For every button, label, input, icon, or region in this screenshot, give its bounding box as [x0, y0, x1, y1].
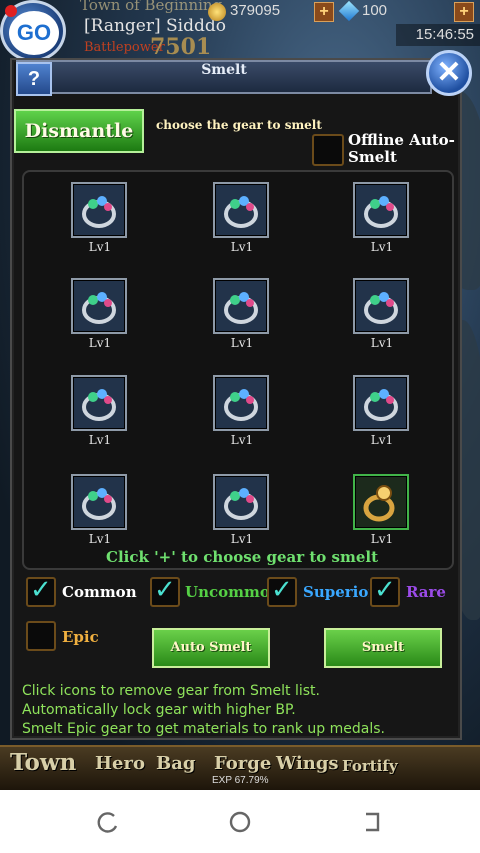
gear-slot[interactable] — [213, 182, 269, 238]
gear-slot[interactable] — [353, 278, 409, 334]
recent-apps-icon[interactable] — [94, 808, 122, 836]
checkmark-icon: ✓ — [154, 575, 176, 605]
ring-icon — [364, 292, 398, 324]
battlepower-value: 7501 — [150, 34, 212, 60]
location-label: Town of Beginning — [80, 0, 223, 14]
tip-line: Smelt Epic gear to get materials to rank… — [22, 721, 385, 737]
gear-slot[interactable] — [71, 278, 127, 334]
ring-icon — [82, 488, 116, 520]
smelt-button[interactable]: Smelt — [324, 628, 442, 668]
offline-auto-smelt-checkbox[interactable] — [312, 134, 344, 166]
gear-slot[interactable] — [71, 182, 127, 238]
diamond-icon — [338, 0, 360, 22]
gear-slot[interactable] — [213, 474, 269, 530]
panel-title: Smelt — [201, 62, 247, 78]
close-button[interactable]: ✕ — [426, 50, 472, 96]
filter-checkbox-uncommon[interactable]: ✓ — [150, 575, 180, 607]
gear-level-label: Lv1 — [230, 433, 254, 447]
filter-checkbox-rare[interactable]: ✓ — [370, 575, 400, 607]
back-icon[interactable] — [358, 808, 386, 836]
auto-smelt-button[interactable]: Auto Smelt — [152, 628, 270, 668]
filter-label-epic: Epic — [62, 628, 99, 646]
panel-header: Smelt — [16, 60, 432, 94]
gear-level-label: Lv1 — [370, 433, 394, 447]
gear-level-label: Lv1 — [88, 240, 112, 254]
gear-level-label: Lv1 — [88, 336, 112, 350]
filter-label-uncommon: Uncommon — [185, 583, 269, 601]
gear-level-label: Lv1 — [230, 336, 254, 350]
clock: 15:46:55 — [396, 24, 480, 46]
choose-gear-label: choose the gear to smelt — [156, 118, 322, 132]
gear-slot[interactable] — [353, 182, 409, 238]
tip-line: Automatically lock gear with higher BP. — [22, 702, 296, 718]
notification-dot — [5, 5, 17, 17]
player-avatar[interactable]: GO — [0, 0, 66, 62]
gold-coin-icon — [208, 3, 226, 21]
tab-hero[interactable]: Hero — [95, 753, 145, 774]
ring-icon — [224, 488, 258, 520]
filter-checkbox-common[interactable]: ✓ — [26, 575, 56, 607]
player-name: [Ranger] Sidddo — [84, 16, 226, 36]
filter-label-rare: Rare — [406, 583, 446, 601]
tab-bag[interactable]: Bag — [156, 753, 195, 774]
exp-percentage: EXP 67.79% — [212, 775, 269, 786]
dismantle-button[interactable]: Dismantle — [14, 109, 144, 153]
gear-level-label: Lv1 — [88, 433, 112, 447]
tab-fortify[interactable]: Fortify — [342, 757, 398, 775]
epic-ring-icon — [363, 485, 395, 522]
checkmark-icon: ✓ — [271, 575, 293, 605]
gear-level-label: Lv1 — [370, 336, 394, 350]
hint-text: Click '+' to choose gear to smelt — [106, 548, 378, 566]
system-nav-bar — [0, 790, 480, 853]
offline-auto-smelt-label: Offline Auto-Smelt — [348, 131, 455, 166]
gear-slot[interactable] — [353, 474, 409, 530]
filter-checkbox-epic[interactable] — [26, 621, 56, 651]
help-button[interactable]: ? — [16, 62, 52, 96]
gear-level-label: Lv1 — [230, 240, 254, 254]
tab-town[interactable]: Town — [10, 749, 76, 776]
gear-slot[interactable] — [71, 375, 127, 431]
gear-slot[interactable] — [213, 375, 269, 431]
tab-forge[interactable]: Forge — [214, 753, 271, 774]
ring-icon — [224, 292, 258, 324]
gear-slot[interactable] — [353, 375, 409, 431]
filter-label-superior: Superior — [303, 583, 369, 601]
add-gems-button[interactable]: + — [454, 2, 474, 22]
ring-icon — [224, 389, 258, 421]
gear-level-label: Lv1 — [230, 532, 254, 546]
tip-line: Click icons to remove gear from Smelt li… — [22, 683, 320, 699]
gem-amount: 100 — [362, 2, 388, 19]
ring-icon — [82, 389, 116, 421]
gear-level-label: Lv1 — [88, 532, 112, 546]
status-bar: GO Town of Beginning [Ranger] Sidddo Bat… — [0, 0, 480, 62]
ring-icon — [224, 196, 258, 228]
gold-amount: 379095 — [230, 2, 281, 19]
gear-slot[interactable] — [71, 474, 127, 530]
ring-icon — [364, 196, 398, 228]
tips: Click icons to remove gear from Smelt li… — [22, 682, 385, 739]
filter-checkbox-superior[interactable]: ✓ — [267, 575, 297, 607]
add-gold-button[interactable]: + — [314, 2, 334, 22]
checkmark-icon: ✓ — [374, 575, 396, 605]
gear-level-label: Lv1 — [370, 532, 394, 546]
gear-level-label: Lv1 — [370, 240, 394, 254]
gear-slot[interactable] — [213, 278, 269, 334]
home-icon[interactable] — [226, 808, 254, 836]
ring-icon — [364, 389, 398, 421]
checkmark-icon: ✓ — [30, 575, 52, 605]
ring-icon — [82, 196, 116, 228]
ring-icon — [82, 292, 116, 324]
close-icon: ✕ — [436, 56, 462, 89]
tab-wings[interactable]: Wings — [276, 753, 339, 774]
filter-label-common: Common — [62, 583, 137, 601]
hero-go-logo: GO — [9, 11, 59, 55]
